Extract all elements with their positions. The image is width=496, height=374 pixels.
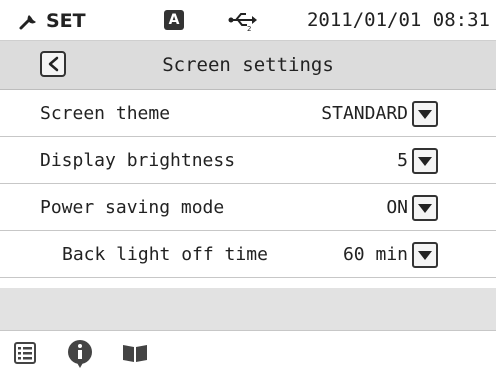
setting-row-back-light-off-time[interactable]: Back light off time 60 min: [0, 231, 496, 278]
book-icon[interactable]: [122, 343, 148, 363]
empty-list-area: [0, 288, 496, 331]
triangle-down-icon: [418, 204, 432, 213]
power-saving-mode-dropdown[interactable]: [412, 195, 438, 221]
triangle-down-icon: [418, 157, 432, 166]
setting-label: Display brightness: [40, 150, 236, 171]
setting-value: STANDARD: [321, 103, 408, 124]
setting-row-screen-theme[interactable]: Screen theme STANDARD: [0, 90, 496, 137]
setting-row-display-brightness[interactable]: Display brightness 5: [0, 137, 496, 184]
datetime: 2011/01/01 08:31: [306, 9, 490, 31]
footer-toolbar: [0, 331, 496, 374]
setting-label: Back light off time: [62, 244, 268, 265]
svg-text:2: 2: [247, 25, 251, 31]
setting-label: Screen theme: [40, 103, 171, 124]
display-brightness-dropdown[interactable]: [412, 148, 438, 174]
page-title: Screen settings: [162, 54, 334, 76]
input-badge: A: [164, 10, 184, 30]
triangle-down-icon: [418, 251, 432, 260]
usb-icon: 2: [228, 13, 257, 31]
setting-value: ON: [386, 197, 408, 218]
mode-label: SET: [46, 10, 86, 32]
setting-value: 60 min: [342, 244, 408, 265]
setting-label: Power saving mode: [40, 197, 225, 218]
status-bar: SET A 2 2011/01/01 08:31: [0, 0, 496, 41]
screen-header: Screen settings: [0, 41, 496, 90]
setting-value: 5: [397, 150, 408, 171]
back-light-off-time-dropdown[interactable]: [412, 242, 438, 268]
settings-mode-indicator: SET: [18, 10, 86, 32]
wrench-icon: [19, 15, 36, 30]
screen-theme-dropdown[interactable]: [412, 101, 438, 127]
setting-row-power-saving-mode[interactable]: Power saving mode ON: [0, 184, 496, 231]
list-icon[interactable]: [14, 342, 36, 364]
triangle-down-icon: [418, 110, 432, 119]
info-icon[interactable]: [67, 339, 93, 369]
